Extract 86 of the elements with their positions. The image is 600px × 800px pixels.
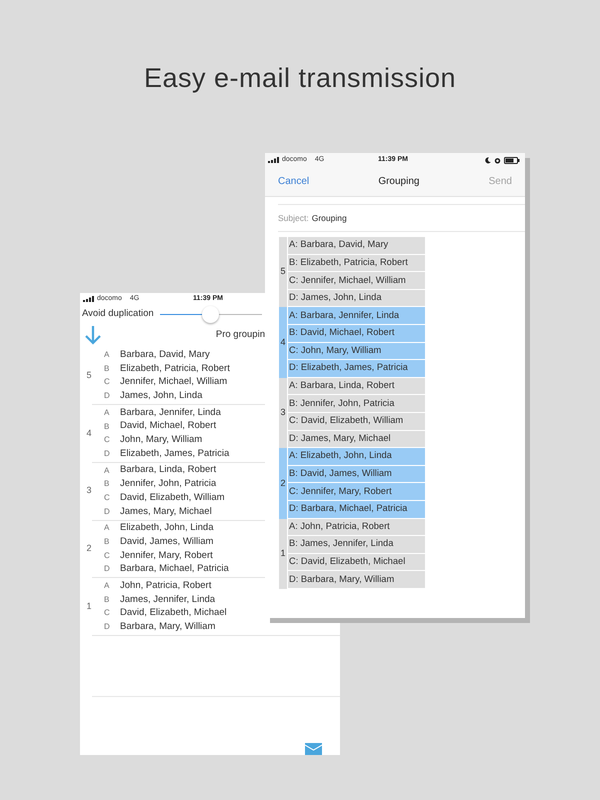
- team-members: Barbara, Linda, Robert: [120, 463, 216, 478]
- team-letter: B: [103, 478, 110, 490]
- group-number: 3: [85, 484, 92, 498]
- slider[interactable]: [160, 304, 262, 324]
- team-letter: A: [103, 580, 110, 592]
- team-letter: C: [103, 492, 111, 504]
- team-letter: B: [103, 420, 110, 433]
- team-letter: C: [103, 607, 111, 620]
- group-number: 2: [279, 448, 287, 518]
- team-letter: D: [103, 506, 111, 518]
- group-number: 1: [279, 518, 287, 589]
- team-letter: A: [103, 464, 110, 477]
- team-row: D: James, John, Linda: [288, 290, 425, 306]
- team-row: C: Jennifer, Mary, Robert: [288, 483, 425, 500]
- team-row: A: John, Patricia, Robert: [288, 518, 425, 536]
- team-members: Elizabeth, Patricia, Robert: [120, 362, 230, 376]
- team-row: A: Elizabeth, John, Linda: [288, 448, 425, 465]
- team-row: C: David, Elizabeth, Michael: [288, 554, 425, 570]
- team-letter: A: [103, 522, 110, 534]
- group-number: 5: [85, 368, 92, 382]
- group-number: 4: [85, 426, 92, 440]
- pro-grouping-button[interactable]: Pro groupin: [216, 328, 265, 342]
- team-members: Jennifer, Mary, Robert: [120, 548, 213, 563]
- screen-title: Grouping: [378, 175, 420, 189]
- team-letter: A: [103, 349, 110, 362]
- team-members: John, Mary, William: [120, 433, 202, 448]
- team-row: B: Elizabeth, Patricia, Robert: [288, 254, 425, 272]
- team-members: David, Elizabeth, William: [120, 490, 225, 505]
- slider-thumb[interactable]: [202, 306, 220, 323]
- moon-icon: [485, 156, 491, 164]
- signal-icon: [83, 296, 94, 302]
- team-members: David, Elizabeth, Michael: [120, 606, 227, 620]
- group-number: 5: [279, 237, 287, 308]
- team-members: Elizabeth, James, Patricia: [120, 446, 230, 461]
- headline: Easy e-mail transmission: [144, 62, 456, 95]
- team-letter: C: [103, 434, 111, 446]
- battery-icon: [504, 156, 520, 164]
- group-number: 2: [85, 542, 92, 556]
- team-members: Jennifer, John, Patricia: [120, 477, 216, 492]
- team-members: Barbara, Michael, Patricia: [120, 562, 229, 576]
- team-row: B: David, James, William: [288, 466, 425, 482]
- team-members: James, Mary, Michael: [120, 504, 212, 519]
- team-letter: A: [103, 406, 110, 419]
- team-letter: B: [103, 594, 110, 606]
- team-members: Barbara, Jennifer, Linda: [120, 406, 221, 420]
- team-members: Elizabeth, John, Linda: [120, 521, 214, 536]
- signal-icon: [268, 157, 279, 163]
- team-members: David, James, William: [120, 534, 214, 549]
- team-members: Jennifer, Michael, William: [120, 375, 228, 390]
- team-row: D: Elizabeth, James, Patricia: [288, 360, 425, 377]
- team-row: A: Barbara, Jennifer, Linda: [288, 307, 425, 324]
- alarm-clock-icon: [494, 156, 501, 164]
- mail-icon[interactable]: [305, 743, 322, 755]
- subject-label: Subject:: [278, 212, 309, 224]
- team-members: David, Michael, Robert: [120, 419, 216, 434]
- team-row: C: John, Mary, William: [288, 342, 425, 360]
- group-number: 4: [279, 307, 287, 378]
- team-letter: C: [103, 376, 111, 388]
- group-number: 3: [279, 378, 287, 448]
- team-members: Barbara, Mary, William: [120, 620, 216, 634]
- slider-label: Avoid duplication: [82, 307, 154, 322]
- team-row: B: James, Jennifer, Linda: [288, 536, 425, 553]
- team-row: B: David, Michael, Robert: [288, 324, 425, 342]
- team-letter: B: [103, 362, 110, 375]
- team-row: C: David, Elizabeth, William: [288, 412, 425, 430]
- team-members: James, John, Linda: [120, 389, 202, 404]
- team-letter: D: [103, 563, 111, 576]
- team-row: D: Barbara, Mary, William: [288, 571, 425, 588]
- cancel-button[interactable]: Cancel: [278, 174, 310, 189]
- team-letter: D: [103, 390, 111, 402]
- team-row: B: Jennifer, John, Patricia: [288, 395, 425, 412]
- team-letter: B: [103, 536, 110, 548]
- team-letter: D: [103, 621, 111, 634]
- team-members: John, Patricia, Robert: [120, 578, 212, 593]
- team-members: Barbara, David, Mary: [120, 348, 210, 362]
- team-letter: C: [103, 550, 111, 562]
- team-row: A: Barbara, David, Mary: [288, 237, 425, 254]
- group-number: 1: [85, 600, 92, 613]
- team-letter: D: [103, 448, 111, 460]
- team-row: D: Barbara, Michael, Patricia: [288, 500, 425, 518]
- team-row: D: James, Mary, Michael: [288, 430, 425, 448]
- team-row: A: Barbara, Linda, Robert: [288, 378, 425, 394]
- team-row: C: Jennifer, Michael, William: [288, 272, 425, 289]
- down-arrow-icon[interactable]: [84, 325, 102, 346]
- subject-value: Grouping: [312, 212, 347, 224]
- team-members: James, Jennifer, Linda: [120, 592, 216, 607]
